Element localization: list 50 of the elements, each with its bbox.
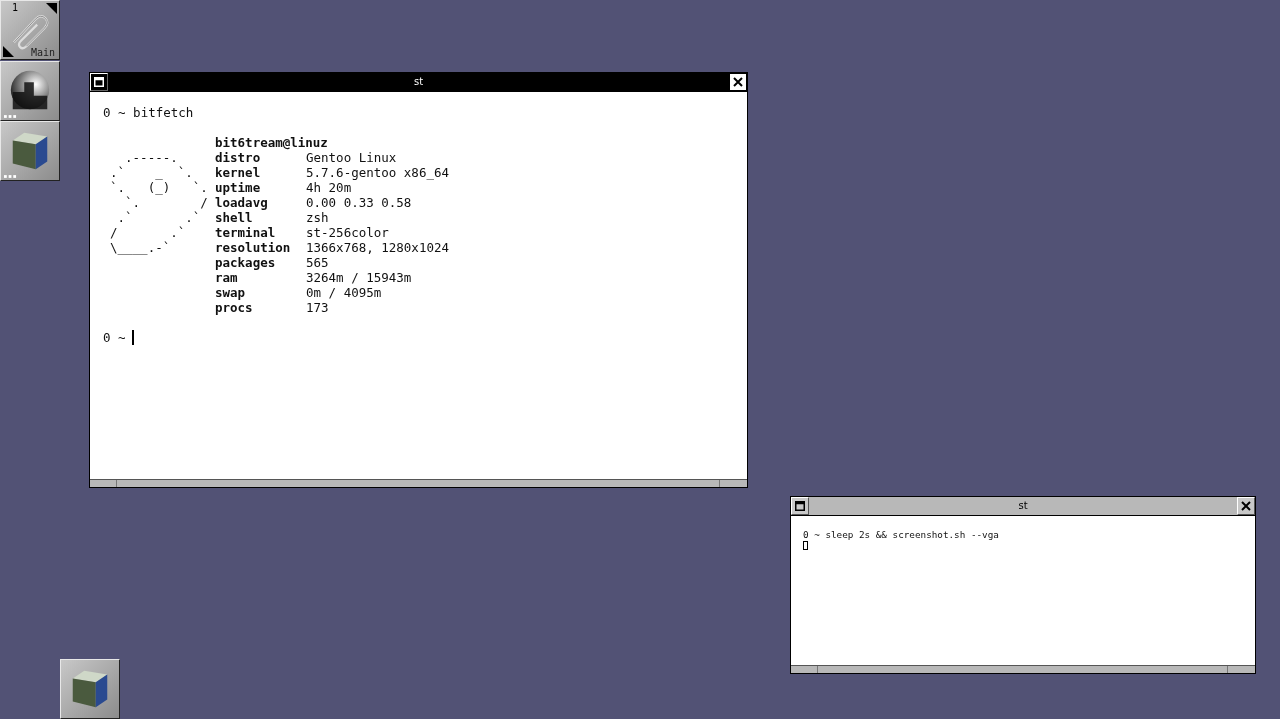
- info-label: procs: [215, 300, 254, 315]
- workspace-number: 1: [12, 2, 19, 13]
- close-icon: [1241, 501, 1251, 511]
- info-value: 565: [306, 255, 329, 270]
- minimize-button[interactable]: [90, 73, 108, 91]
- dots-icon: [4, 175, 17, 178]
- info-value: 0m / 4095m: [306, 285, 382, 300]
- close-button[interactable]: [729, 73, 747, 91]
- info-label: uptime: [215, 180, 262, 195]
- info-value: 4h 20m: [306, 180, 352, 195]
- minimize-button[interactable]: [791, 497, 809, 515]
- command-line: 0 ~ bitfetch: [103, 105, 195, 120]
- dock-app-tile[interactable]: [0, 121, 60, 181]
- window-icon: [94, 77, 104, 87]
- resize-bar[interactable]: [791, 665, 1255, 673]
- title-bar[interactable]: st: [791, 497, 1255, 516]
- info-label: kernel: [215, 165, 262, 180]
- user-host: bit6tream@linuz: [215, 135, 329, 150]
- corner-arrow-icon[interactable]: [46, 3, 57, 14]
- resize-bar[interactable]: [90, 479, 747, 487]
- info-label: terminal: [215, 225, 277, 240]
- window-icon: [795, 501, 805, 511]
- info-value: st-256color: [306, 225, 389, 240]
- workspace-name: Main: [30, 47, 55, 58]
- info-value: 0.00 0.33 0.58: [306, 195, 412, 210]
- command-line: 0 ~ sleep 2s && screenshot.sh --vga: [803, 529, 1000, 540]
- info-value: 5.7.6-gentoo x86_64: [306, 165, 449, 180]
- info-label: packages: [215, 255, 277, 270]
- info-value: zsh: [306, 210, 329, 225]
- window-title: st: [412, 75, 425, 89]
- prompt: 0 ~: [103, 330, 126, 345]
- title-bar[interactable]: st: [90, 73, 747, 92]
- close-icon: [733, 77, 743, 87]
- workspace-clip[interactable]: 1 Main: [0, 0, 60, 60]
- info-value: 1366x768, 1280x1024: [306, 240, 449, 255]
- info-label: loadavg: [215, 195, 269, 210]
- info-label: distro: [215, 150, 262, 165]
- dots-icon: [4, 115, 17, 118]
- ascii-logo: .-----. .` _ `. `. (_) `. `. / .` .` / .` \____.-`: [109, 149, 209, 257]
- info-label: ram: [215, 270, 239, 285]
- info-label: shell: [215, 210, 254, 225]
- window-title: st: [1017, 499, 1029, 513]
- minimized-app-tile[interactable]: [60, 659, 120, 719]
- corner-arrow-icon[interactable]: [3, 46, 14, 57]
- info-label: resolution: [215, 240, 292, 255]
- info-value: Gentoo Linux: [306, 150, 397, 165]
- dock-app-tile[interactable]: [0, 61, 60, 121]
- info-value: 173: [306, 300, 329, 315]
- info-label: swap: [215, 285, 247, 300]
- info-value: 3264m / 15943m: [306, 270, 412, 285]
